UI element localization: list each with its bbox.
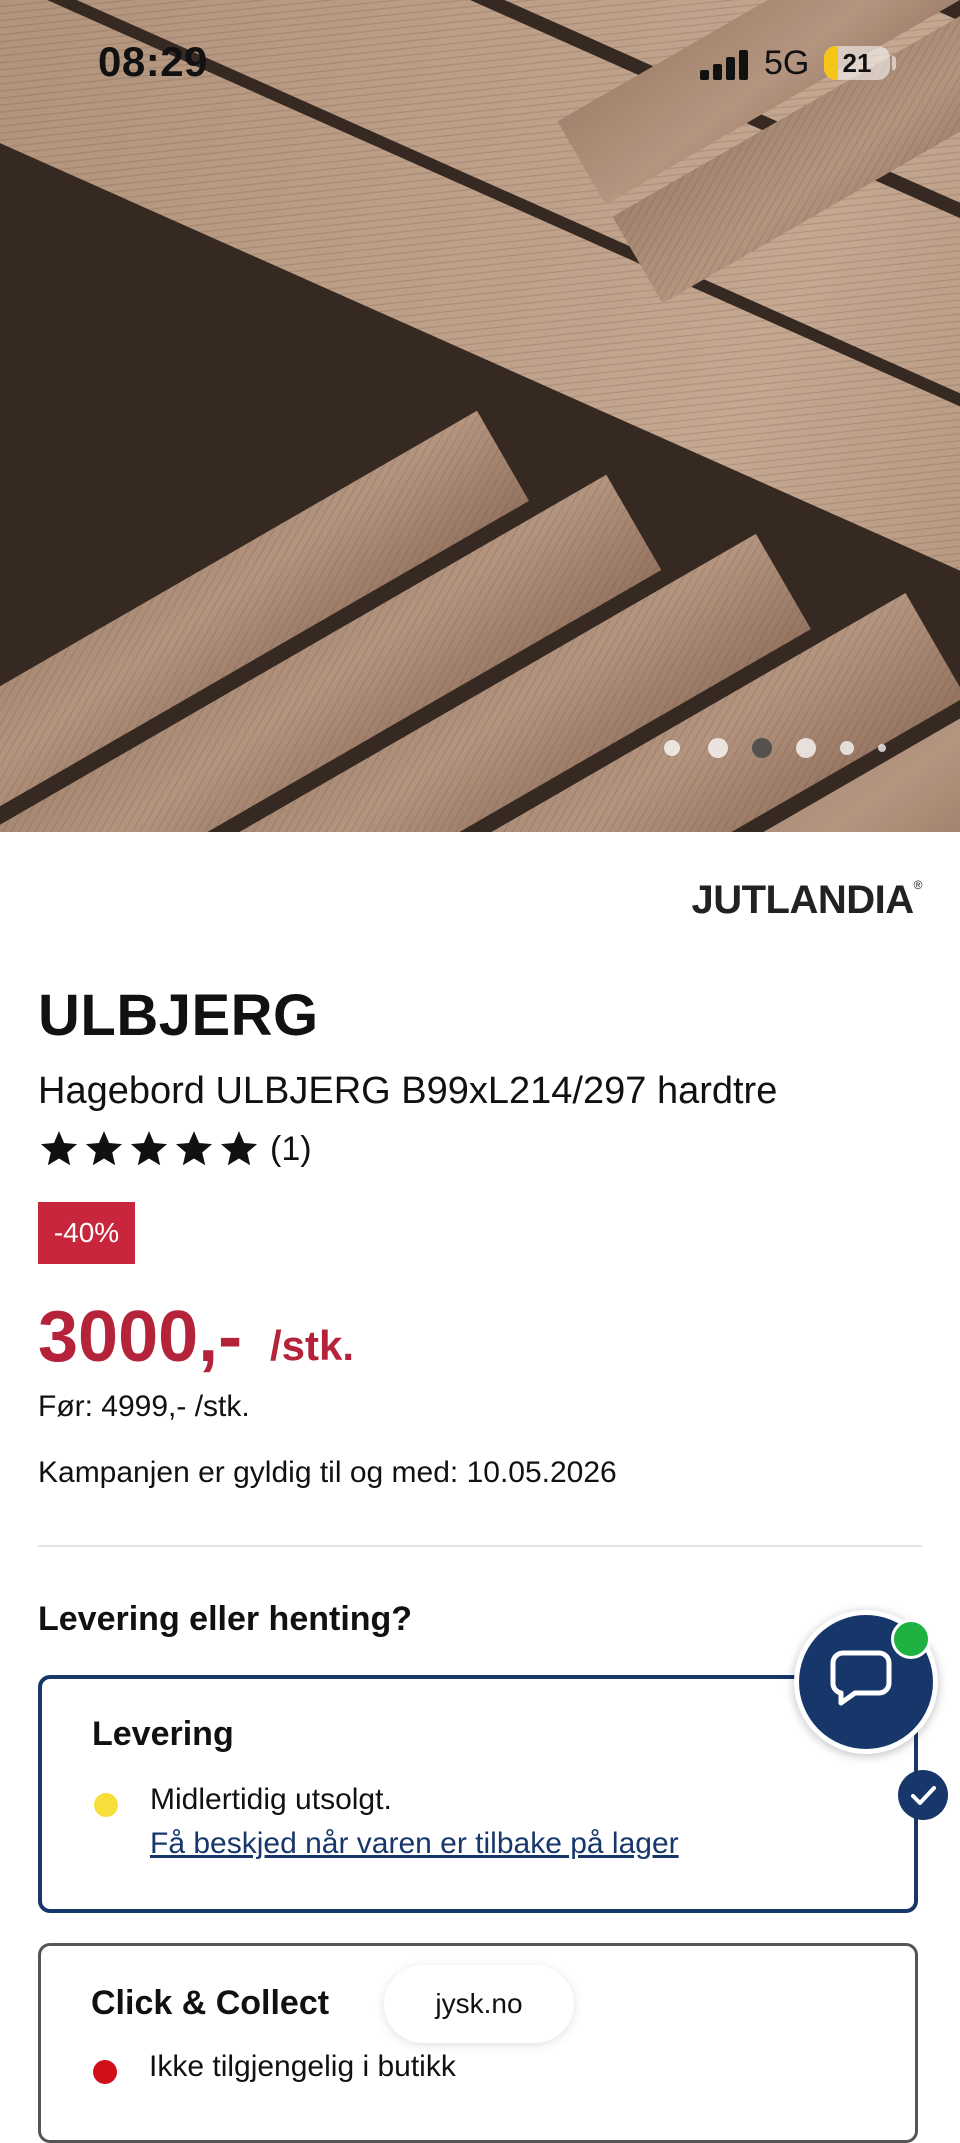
battery-tip <box>892 56 896 70</box>
product-name: ULBJERG <box>38 983 319 1048</box>
store-availability: Ikke tilgjengelig i butikk <box>149 2050 456 2083</box>
campaign-validity: Kampanjen er gyldig til og med: 10.05.20… <box>38 1456 617 1489</box>
store-status-dot <box>93 2060 117 2084</box>
star-icon <box>40 1131 78 1166</box>
status-time: 08:29 <box>98 38 208 85</box>
delivery-question: Levering eller henting? <box>38 1600 413 1638</box>
chat-bubble-icon <box>830 1650 892 1706</box>
product-image[interactable] <box>0 0 960 832</box>
stock-status-dot <box>94 1793 118 1817</box>
star-icon <box>130 1131 168 1166</box>
status-bar: 08:29 5G 21 <box>0 0 960 110</box>
selected-check-icon <box>898 1770 948 1820</box>
click-collect-title: Click & Collect <box>91 1984 330 2022</box>
gallery-pagination[interactable] <box>664 736 894 760</box>
review-count[interactable]: (1) <box>270 1130 312 1169</box>
gallery-dot[interactable] <box>708 738 728 758</box>
brand-logo[interactable]: JUTLANDIA® <box>691 878 922 923</box>
rating-stars[interactable] <box>38 1128 263 1172</box>
notify-stock-link[interactable]: Få beskjed når varen er tilbake på lager <box>150 1827 679 1861</box>
network-type: 5G <box>764 44 810 82</box>
gallery-dot[interactable] <box>878 744 886 752</box>
gallery-dot[interactable] <box>796 738 816 758</box>
price-unit: /stk. <box>270 1322 355 1369</box>
delivery-status: Midlertidig utsolgt. <box>150 1783 392 1816</box>
sale-price: 3000,- <box>38 1297 243 1377</box>
delivery-option-title: Levering <box>92 1715 234 1753</box>
star-icon <box>175 1131 213 1166</box>
online-indicator <box>891 1619 931 1659</box>
signal-icon <box>700 50 752 80</box>
gallery-dot[interactable] <box>664 740 680 756</box>
star-icon <box>85 1131 123 1166</box>
divider <box>38 1545 922 1547</box>
battery-icon: 21 <box>824 46 890 80</box>
gallery-dot[interactable] <box>840 741 854 755</box>
battery-percent: 21 <box>842 48 872 78</box>
discount-badge: -40% <box>38 1202 135 1264</box>
browser-url-pill[interactable]: jysk.no <box>384 1965 574 2043</box>
star-icon <box>220 1131 258 1166</box>
gallery-dot[interactable] <box>752 738 772 758</box>
before-price: Før: 4999,- /stk. <box>38 1390 250 1423</box>
delivery-option-card[interactable]: Levering Midlertidig utsolgt. Få beskjed… <box>38 1675 918 1913</box>
wood-table-photo <box>0 0 960 832</box>
product-description: Hagebord ULBJERG B99xL214/297 hardtre <box>38 1070 778 1112</box>
